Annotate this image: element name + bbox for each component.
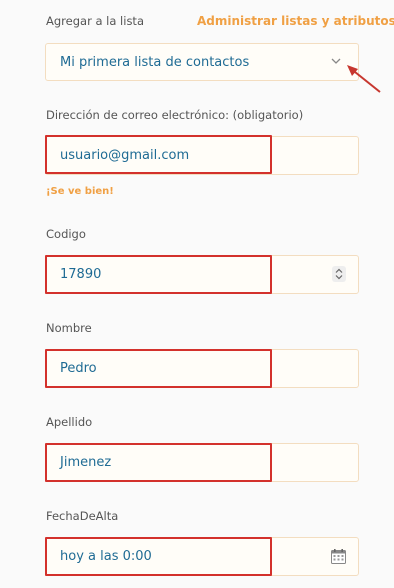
calendar-icon[interactable] xyxy=(331,549,346,564)
annotation-arrow xyxy=(347,65,381,93)
nombre-label: Nombre xyxy=(46,321,92,335)
manage-lists-link[interactable]: Administrar listas y atributos xyxy=(197,14,394,28)
fecha-value: hoy a las 0:00 xyxy=(60,549,152,564)
list-select-value: Mi primera lista de contactos xyxy=(60,55,250,70)
codigo-value: 17890 xyxy=(60,267,102,282)
stepper-icon[interactable] xyxy=(332,266,346,282)
email-value: usuario@gmail.com xyxy=(60,148,190,163)
fecha-label: FechaDeAlta xyxy=(46,509,119,523)
apellido-value: Jimenez xyxy=(60,455,112,470)
email-label: Dirección de correo electrónico: (obliga… xyxy=(46,108,304,122)
apellido-label: Apellido xyxy=(46,415,93,429)
nombre-value: Pedro xyxy=(60,361,97,376)
email-valid-message: ¡Se ve bien! xyxy=(46,186,114,197)
list-label: Agregar a la lista xyxy=(46,14,144,28)
codigo-label: Codigo xyxy=(46,227,86,241)
